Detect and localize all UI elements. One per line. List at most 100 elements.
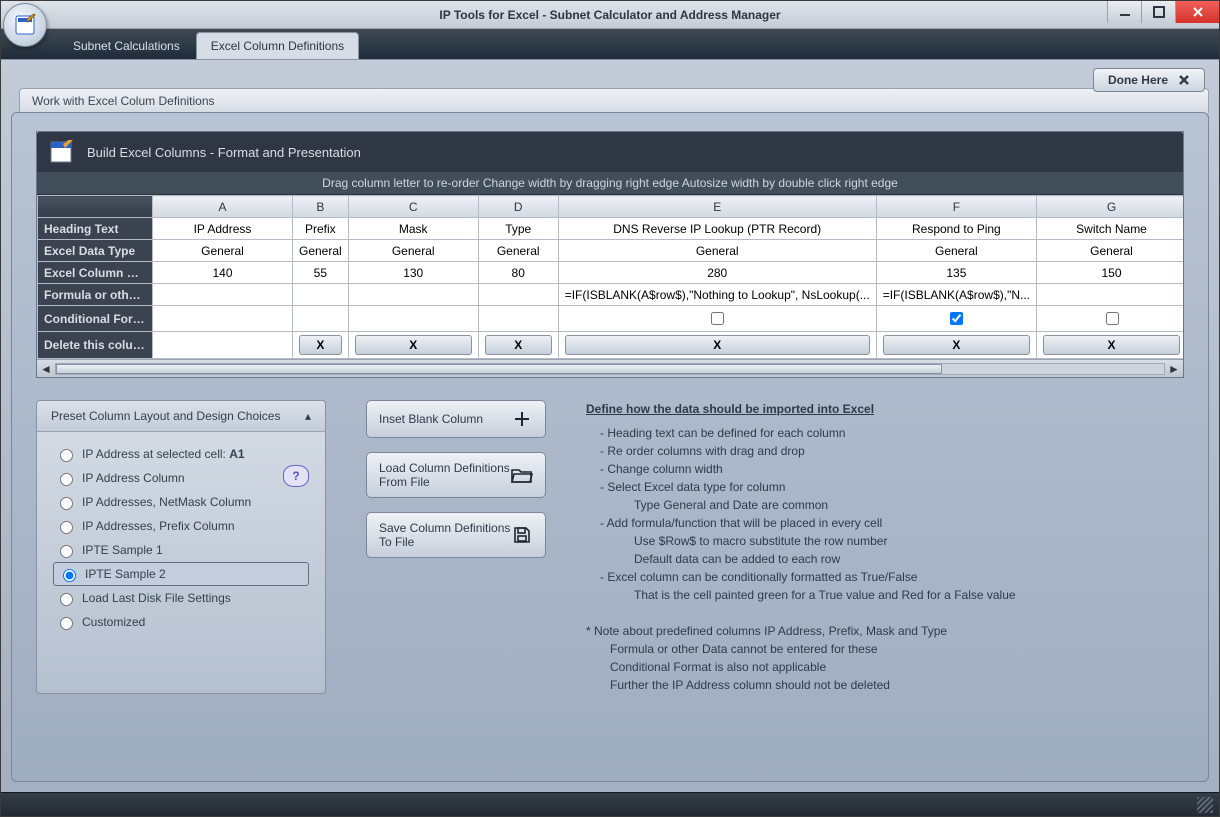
- cell-cond-D[interactable]: [478, 306, 558, 332]
- cell-cond-F[interactable]: [876, 306, 1036, 332]
- cell-formula-C[interactable]: [348, 284, 478, 306]
- grid-corner: [38, 196, 153, 218]
- col-header-F[interactable]: F: [876, 196, 1036, 218]
- scroll-left-icon[interactable]: ◄: [37, 362, 55, 376]
- preset-option-sample1[interactable]: IPTE Sample 1: [53, 538, 309, 562]
- cell-del-D: X: [478, 332, 558, 359]
- cell-width-D[interactable]: 80: [478, 262, 558, 284]
- cell-heading-F[interactable]: Respond to Ping: [876, 218, 1036, 240]
- preset-option-mask[interactable]: IP Addresses, NetMask Column: [53, 490, 309, 514]
- cell-cond-B[interactable]: [293, 306, 349, 332]
- row-header-width: Excel Column Width: [38, 262, 153, 284]
- cell-formula-D[interactable]: [478, 284, 558, 306]
- cell-heading-A[interactable]: IP Address: [153, 218, 293, 240]
- app-menu-button[interactable]: [3, 3, 47, 47]
- cell-dtype-G[interactable]: General: [1037, 240, 1183, 262]
- cond-checkbox-E[interactable]: [711, 312, 724, 325]
- preset-radio-prefix[interactable]: [60, 521, 73, 534]
- done-here-button[interactable]: Done Here: [1093, 68, 1205, 92]
- preset-option-col[interactable]: IP Address Column: [53, 466, 309, 490]
- cell-formula-E[interactable]: =IF(ISBLANK(A$row$),"Nothing to Lookup",…: [558, 284, 876, 306]
- save-icon: [511, 525, 533, 545]
- row-header-heading: Heading Text: [38, 218, 153, 240]
- maximize-button[interactable]: [1141, 1, 1175, 23]
- preset-radio-custom[interactable]: [60, 617, 73, 630]
- resize-grip-icon[interactable]: [1197, 797, 1213, 813]
- delete-col-G-button[interactable]: X: [1043, 335, 1180, 355]
- col-header-C[interactable]: C: [348, 196, 478, 218]
- col-header-G[interactable]: G: [1037, 196, 1183, 218]
- open-folder-icon: [511, 465, 533, 485]
- preset-radio-col[interactable]: [60, 473, 73, 486]
- cell-del-C: X: [348, 332, 478, 359]
- close-button[interactable]: [1175, 1, 1219, 23]
- help-button[interactable]: ?: [283, 465, 309, 487]
- col-header-A[interactable]: A: [153, 196, 293, 218]
- horizontal-scrollbar[interactable]: ◄ ►: [37, 359, 1183, 377]
- collapse-icon: ▴: [305, 409, 311, 423]
- cell-width-B[interactable]: 55: [293, 262, 349, 284]
- col-header-D[interactable]: D: [478, 196, 558, 218]
- minimize-button[interactable]: [1107, 1, 1141, 23]
- scroll-thumb[interactable]: [56, 364, 942, 374]
- cell-width-A[interactable]: 140: [153, 262, 293, 284]
- cell-dtype-B[interactable]: General: [293, 240, 349, 262]
- cond-checkbox-F[interactable]: [950, 312, 963, 325]
- subheader-tab[interactable]: Work with Excel Colum Definitions: [19, 88, 1209, 113]
- scroll-right-icon[interactable]: ►: [1165, 362, 1183, 376]
- preset-option-custom[interactable]: Customized: [53, 610, 309, 634]
- cell-dtype-D[interactable]: General: [478, 240, 558, 262]
- tab-excel-column-definitions[interactable]: Excel Column Definitions: [196, 32, 359, 59]
- cell-heading-C[interactable]: Mask: [348, 218, 478, 240]
- row-header-cond: Conditional Format T/F: [38, 306, 153, 332]
- scroll-track[interactable]: [55, 363, 1165, 375]
- titlebar: IP Tools for Excel - Subnet Calculator a…: [1, 1, 1219, 29]
- preset-radio-cell[interactable]: [60, 449, 73, 462]
- load-definitions-button[interactable]: Load Column Definitions From File: [366, 452, 546, 498]
- cell-cond-C[interactable]: [348, 306, 478, 332]
- preset-header[interactable]: Preset Column Layout and Design Choices …: [37, 401, 325, 432]
- cell-formula-B[interactable]: [293, 284, 349, 306]
- delete-col-D-button[interactable]: X: [485, 335, 552, 355]
- preset-option-prefix[interactable]: IP Addresses, Prefix Column: [53, 514, 309, 538]
- cell-del-A: [153, 332, 293, 359]
- delete-col-F-button[interactable]: X: [883, 335, 1030, 355]
- row-header-formula: Formula or other Data: [38, 284, 153, 306]
- cell-heading-D[interactable]: Type: [478, 218, 558, 240]
- cell-heading-E[interactable]: DNS Reverse IP Lookup (PTR Record): [558, 218, 876, 240]
- col-header-B[interactable]: B: [293, 196, 349, 218]
- delete-col-B-button[interactable]: X: [299, 335, 342, 355]
- preset-radio-sample2[interactable]: [63, 569, 76, 582]
- cell-formula-A[interactable]: [153, 284, 293, 306]
- cell-formula-F[interactable]: =IF(ISBLANK(A$row$),"N...: [876, 284, 1036, 306]
- row-header-dtype: Excel Data Type: [38, 240, 153, 262]
- cond-checkbox-G[interactable]: [1106, 312, 1119, 325]
- cell-width-C[interactable]: 130: [348, 262, 478, 284]
- cell-dtype-F[interactable]: General: [876, 240, 1036, 262]
- cell-dtype-A[interactable]: General: [153, 240, 293, 262]
- save-definitions-button[interactable]: Save Column Definitions To File: [366, 512, 546, 558]
- cell-dtype-E[interactable]: General: [558, 240, 876, 262]
- preset-option-sample2[interactable]: IPTE Sample 2: [53, 562, 309, 586]
- cell-del-E: X: [558, 332, 876, 359]
- cell-dtype-C[interactable]: General: [348, 240, 478, 262]
- tab-subnet-calculations[interactable]: Subnet Calculations: [59, 33, 194, 59]
- cell-cond-G[interactable]: [1037, 306, 1183, 332]
- cell-formula-G[interactable]: [1037, 284, 1183, 306]
- cell-heading-B[interactable]: Prefix: [293, 218, 349, 240]
- preset-option-last[interactable]: Load Last Disk File Settings: [53, 586, 309, 610]
- preset-radio-last[interactable]: [60, 593, 73, 606]
- cell-cond-A[interactable]: [153, 306, 293, 332]
- preset-radio-sample1[interactable]: [60, 545, 73, 558]
- preset-option-cell[interactable]: IP Address at selected cell: A1: [53, 442, 309, 466]
- cell-cond-E[interactable]: [558, 306, 876, 332]
- cell-width-G[interactable]: 150: [1037, 262, 1183, 284]
- col-header-E[interactable]: E: [558, 196, 876, 218]
- cell-width-E[interactable]: 280: [558, 262, 876, 284]
- delete-col-E-button[interactable]: X: [565, 335, 870, 355]
- cell-heading-G[interactable]: Switch Name: [1037, 218, 1183, 240]
- cell-width-F[interactable]: 135: [876, 262, 1036, 284]
- insert-blank-column-button[interactable]: Inset Blank Column: [366, 400, 546, 438]
- delete-col-C-button[interactable]: X: [355, 335, 472, 355]
- preset-radio-mask[interactable]: [60, 497, 73, 510]
